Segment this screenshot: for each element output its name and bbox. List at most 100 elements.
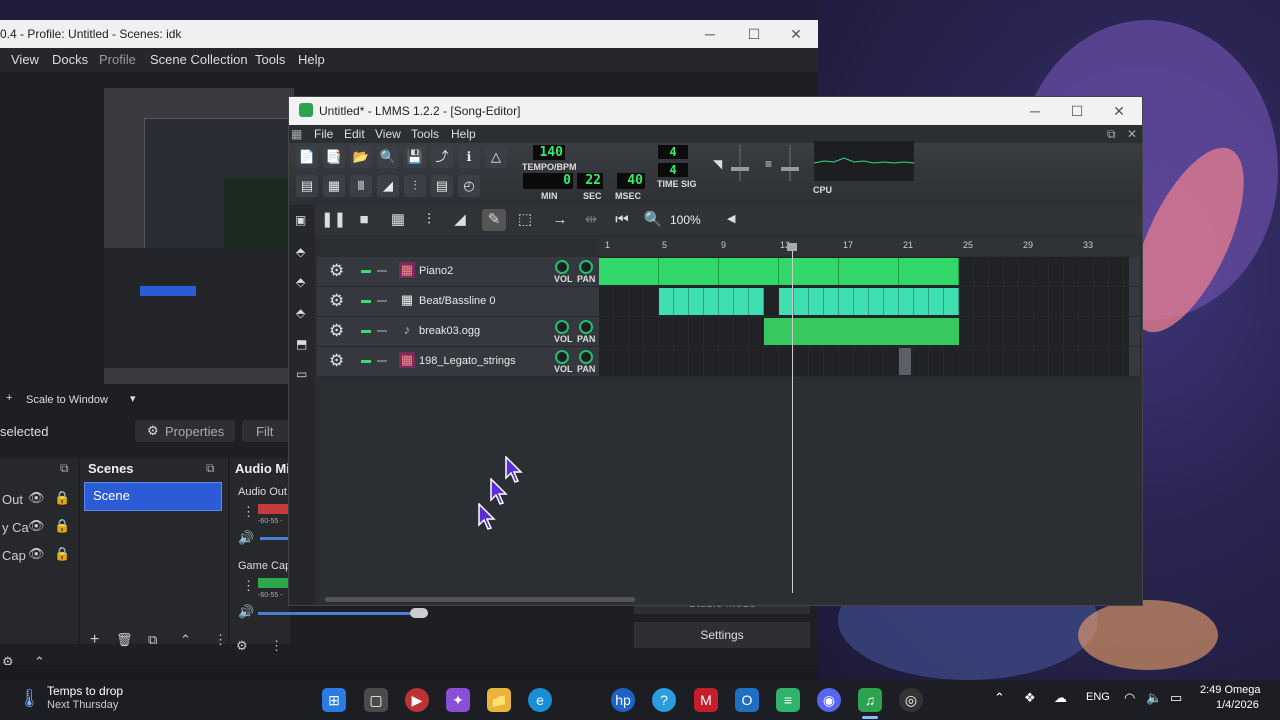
filters-button[interactable]: Filt bbox=[242, 420, 290, 442]
solo-toggle[interactable] bbox=[377, 360, 387, 362]
projects-icon[interactable]: ⬘ bbox=[296, 245, 305, 259]
pause-icon[interactable]: ❚❚ bbox=[321, 209, 346, 231]
menu-tools[interactable]: Tools bbox=[411, 127, 439, 141]
solo-toggle[interactable] bbox=[377, 300, 387, 302]
eye-icon[interactable]: 👁 bbox=[28, 490, 45, 506]
plus-icon[interactable]: + bbox=[6, 392, 12, 404]
playhead-line[interactable] bbox=[792, 243, 793, 593]
new-project-icon[interactable]: 📄 bbox=[296, 146, 318, 168]
scene-filter-icon[interactable]: ⧉ bbox=[148, 632, 157, 648]
lock-icon[interactable]: 🔒 bbox=[54, 490, 70, 506]
notepad-icon[interactable]: ≡ bbox=[776, 688, 800, 712]
draw-mode-icon[interactable]: ✎ bbox=[482, 209, 506, 231]
minimize-icon[interactable]: ─ bbox=[1013, 97, 1057, 125]
close-icon[interactable]: ✕ bbox=[774, 20, 818, 48]
beat-bassline-editor-icon[interactable]: ▦ bbox=[323, 175, 345, 197]
chevron-up-icon[interactable]: ⌃ bbox=[994, 690, 1005, 706]
language-indicator[interactable]: ENG bbox=[1086, 691, 1110, 703]
automation-editor-icon[interactable]: ◢ bbox=[377, 175, 399, 197]
beat-pattern-clip[interactable] bbox=[659, 288, 764, 315]
time-min-display[interactable]: 0 bbox=[523, 173, 573, 189]
maximize-icon[interactable]: ☐ bbox=[1055, 97, 1099, 125]
zoom-select[interactable]: 100% bbox=[670, 213, 701, 227]
source-row[interactable]: y Ca 👁 🔒 bbox=[0, 516, 78, 540]
mute-toggle[interactable] bbox=[361, 300, 371, 303]
horizontal-scrollbar[interactable] bbox=[325, 597, 635, 602]
pan-knob[interactable] bbox=[579, 320, 593, 334]
dock-float-icon[interactable]: ⧉ bbox=[206, 461, 215, 476]
source-row[interactable]: Cap 👁 🔒 bbox=[0, 544, 78, 568]
loop-points-icon[interactable]: ⇹ bbox=[579, 209, 603, 231]
start-icon[interactable]: ⊞ bbox=[322, 688, 346, 712]
eye-icon[interactable]: 👁 bbox=[28, 546, 45, 562]
menu-file[interactable]: File bbox=[314, 127, 333, 141]
track-timeline[interactable] bbox=[599, 317, 1129, 346]
open-project-icon[interactable]: 📂 bbox=[350, 146, 372, 168]
source-row[interactable]: Out 👁 🔒 bbox=[0, 488, 78, 512]
export-icon[interactable]: ⤴ bbox=[431, 146, 453, 168]
obs-preview[interactable] bbox=[104, 88, 294, 384]
hp-icon[interactable]: hp bbox=[611, 688, 635, 712]
add-beat-bassline-icon[interactable]: ▦ bbox=[386, 209, 410, 231]
dock-float-icon[interactable]: ⧉ bbox=[60, 461, 69, 476]
track-name[interactable]: break03.ogg bbox=[419, 325, 480, 337]
mute-toggle[interactable] bbox=[361, 360, 371, 363]
scale-to-window-select[interactable]: Scale to Window bbox=[26, 394, 108, 406]
mute-toggle[interactable] bbox=[361, 330, 371, 333]
stop-behaviour-icon[interactable]: ⏮ bbox=[610, 209, 634, 231]
computer-icon[interactable]: ▭ bbox=[296, 367, 307, 381]
menu-view[interactable]: View bbox=[375, 127, 401, 141]
stop-icon[interactable]: ■ bbox=[352, 209, 376, 231]
save-icon[interactable]: 💾 bbox=[404, 146, 426, 168]
speaker-icon[interactable]: 🔈 bbox=[1146, 690, 1162, 706]
tempo-display[interactable]: 140 bbox=[533, 145, 565, 160]
lmms-taskbar-icon[interactable]: ♫ bbox=[858, 688, 882, 712]
properties-button[interactable]: ⚙ Properties bbox=[135, 420, 235, 442]
time-msec-display[interactable]: 40 bbox=[617, 173, 645, 189]
metronome-icon[interactable]: △ bbox=[485, 146, 507, 168]
scene-list-item[interactable]: Scene bbox=[84, 482, 222, 511]
menu-profile[interactable]: Profile bbox=[99, 52, 136, 67]
chevron-up-icon[interactable]: ⌃ bbox=[180, 632, 191, 648]
add-sample-track-icon[interactable]: ⫶ bbox=[417, 209, 441, 231]
track-settings-gear-icon[interactable]: ⚙ bbox=[329, 261, 344, 281]
whats-this-icon[interactable]: ℹ bbox=[458, 146, 480, 168]
mcafee-icon[interactable]: M bbox=[694, 688, 718, 712]
track-settings-gear-icon[interactable]: ⚙ bbox=[329, 351, 344, 371]
more-icon[interactable]: ⋮ bbox=[270, 638, 283, 654]
song-editor-toggle-icon[interactable]: ▤ bbox=[296, 175, 318, 197]
menu-edit[interactable]: Edit bbox=[344, 127, 365, 141]
weather-title[interactable]: Temps to drop bbox=[47, 684, 123, 698]
home-folder-icon[interactable]: ⬒ bbox=[296, 337, 307, 351]
track-name[interactable]: Piano2 bbox=[419, 265, 453, 277]
pattern-clip[interactable] bbox=[599, 258, 959, 285]
volume-knob[interactable] bbox=[555, 320, 569, 334]
time-sig-denominator[interactable]: 4 bbox=[658, 163, 688, 177]
fx-mixer-icon[interactable]: ⫶ bbox=[404, 175, 426, 197]
help-icon[interactable]: ? bbox=[652, 688, 676, 712]
piano-roll-icon[interactable]: 𝍫 bbox=[350, 175, 372, 197]
weather-icon[interactable]: 🌡 bbox=[18, 688, 41, 709]
beat-pattern-clip[interactable] bbox=[779, 288, 959, 315]
volume-knob[interactable] bbox=[555, 260, 569, 274]
task-view-icon[interactable]: ▢ bbox=[364, 688, 388, 712]
maximize-icon[interactable]: ☐ bbox=[732, 20, 776, 48]
lock-icon[interactable]: 🔒 bbox=[54, 546, 70, 562]
menu-scene-collection[interactable]: Scene Collection bbox=[150, 52, 248, 67]
dropbox-icon[interactable]: ❖ bbox=[1024, 690, 1036, 706]
recent-projects-icon[interactable]: 🔍 bbox=[377, 146, 399, 168]
discord-icon[interactable]: ◉ bbox=[817, 688, 841, 712]
presets-icon[interactable]: ⬘ bbox=[296, 306, 305, 320]
volume-slider-handle[interactable] bbox=[410, 608, 428, 618]
menu-help[interactable]: Help bbox=[451, 127, 476, 141]
controller-rack-icon[interactable]: ◴ bbox=[458, 175, 480, 197]
more-icon[interactable]: ⋮ bbox=[214, 632, 227, 648]
menu-docks[interactable]: Docks bbox=[52, 52, 88, 67]
playhead-marker[interactable] bbox=[787, 243, 797, 251]
time-sig-numerator[interactable]: 4 bbox=[658, 145, 688, 159]
media-player-icon[interactable]: ▶ bbox=[405, 688, 429, 712]
instrument-plugins-icon[interactable]: ▣ bbox=[295, 213, 306, 227]
pattern-clip[interactable] bbox=[899, 348, 911, 375]
track-settings-gear-icon[interactable]: ⚙ bbox=[329, 321, 344, 341]
track-timeline[interactable] bbox=[599, 257, 1129, 286]
